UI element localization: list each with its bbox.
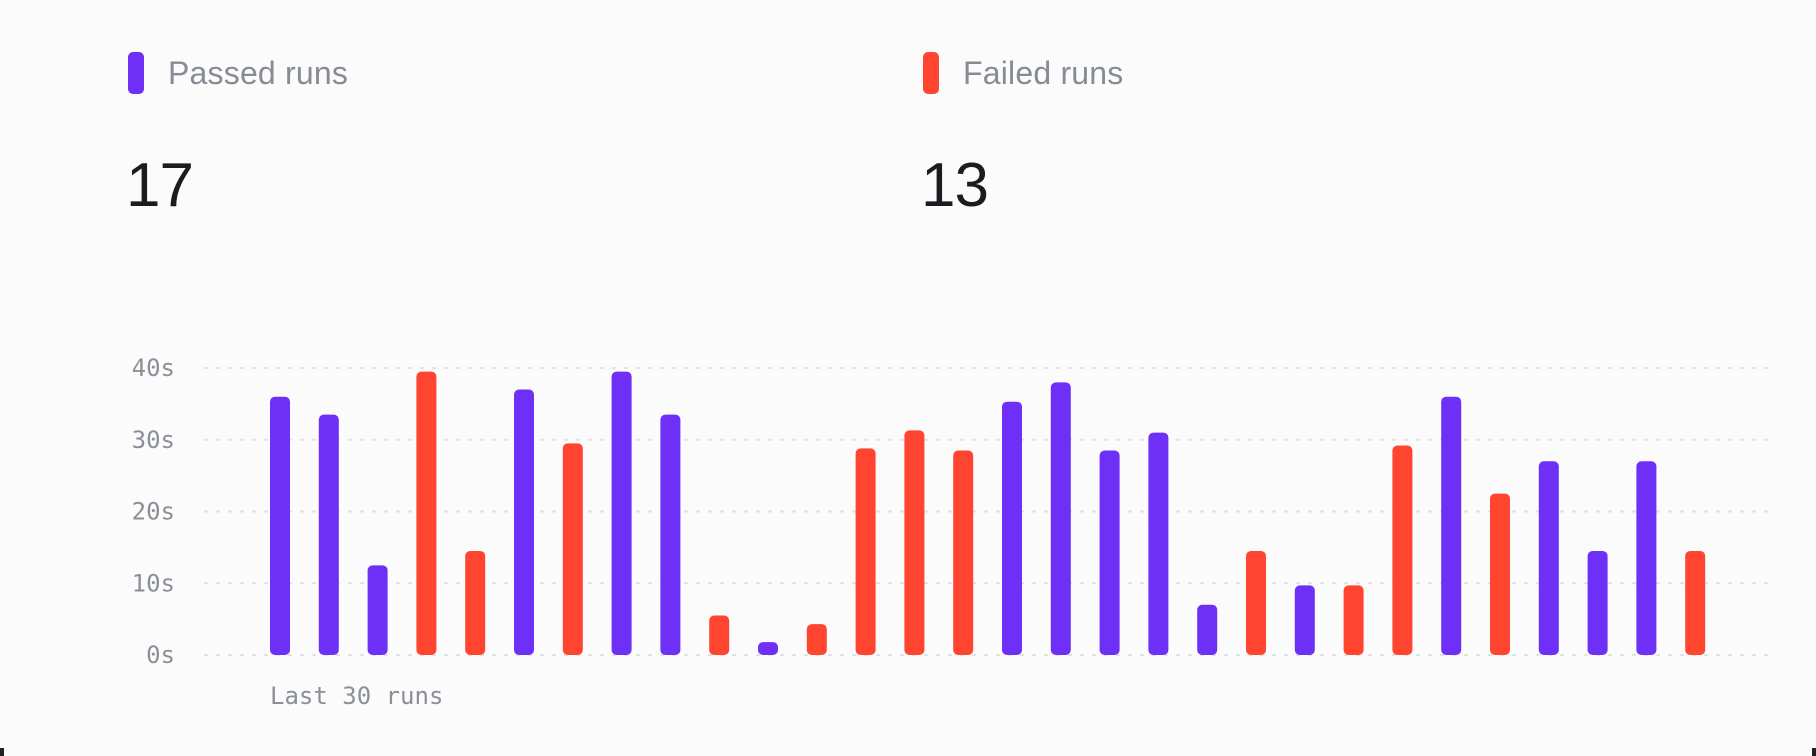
bar-19-passed[interactable] [1148, 432, 1169, 655]
bar-12-failed[interactable] [806, 624, 827, 655]
bar-10-failed[interactable] [709, 615, 730, 655]
bar-23-failed[interactable] [1343, 585, 1364, 655]
bar-7-failed[interactable] [562, 443, 583, 655]
y-tick-label-2: 20s [132, 498, 175, 526]
bar-13-failed[interactable] [855, 448, 876, 655]
bar-16-passed[interactable] [1002, 401, 1022, 655]
y-tick-label-4: 0s [146, 641, 175, 669]
bar-8-passed[interactable] [611, 371, 632, 655]
bar-14-failed[interactable] [904, 430, 925, 655]
bar-2-passed[interactable] [318, 414, 339, 655]
bar-6-passed[interactable] [514, 389, 534, 655]
bar-25-passed[interactable] [1441, 396, 1462, 655]
y-tick-label-1: 30s [132, 426, 175, 454]
edge-mark-left [0, 748, 4, 756]
edge-mark-right [1812, 748, 1816, 756]
bar-30-failed[interactable] [1685, 550, 1706, 655]
x-axis-caption: Last 30 runs [270, 682, 443, 710]
bar-5-failed[interactable] [465, 550, 486, 655]
bar-3-passed[interactable] [367, 565, 388, 655]
bar-20-passed[interactable] [1197, 604, 1218, 655]
bar-11-passed[interactable] [758, 642, 778, 655]
bar-21-failed[interactable] [1246, 550, 1266, 655]
bar-1-passed[interactable] [270, 396, 290, 655]
bar-26-failed[interactable] [1490, 493, 1510, 655]
bar-4-failed[interactable] [416, 371, 437, 655]
y-tick-label-3: 10s [132, 569, 175, 597]
run-duration-bar-chart: 40s 30s 20s 10s 0s Last 30 runs [132, 354, 1776, 710]
bar-24-failed[interactable] [1392, 445, 1413, 655]
bar-15-failed[interactable] [953, 450, 974, 655]
bar-9-passed[interactable] [660, 414, 681, 655]
y-axis-ticks: 40s 30s 20s 10s 0s [132, 354, 175, 669]
bar-18-passed[interactable] [1099, 450, 1120, 655]
bars [270, 371, 1706, 655]
bar-28-passed[interactable] [1587, 550, 1608, 655]
bar-27-passed[interactable] [1538, 461, 1559, 655]
bar-29-passed[interactable] [1636, 461, 1657, 655]
y-tick-label-0: 40s [132, 354, 175, 382]
bar-22-passed[interactable] [1294, 585, 1315, 655]
bar-17-passed[interactable] [1050, 382, 1071, 655]
